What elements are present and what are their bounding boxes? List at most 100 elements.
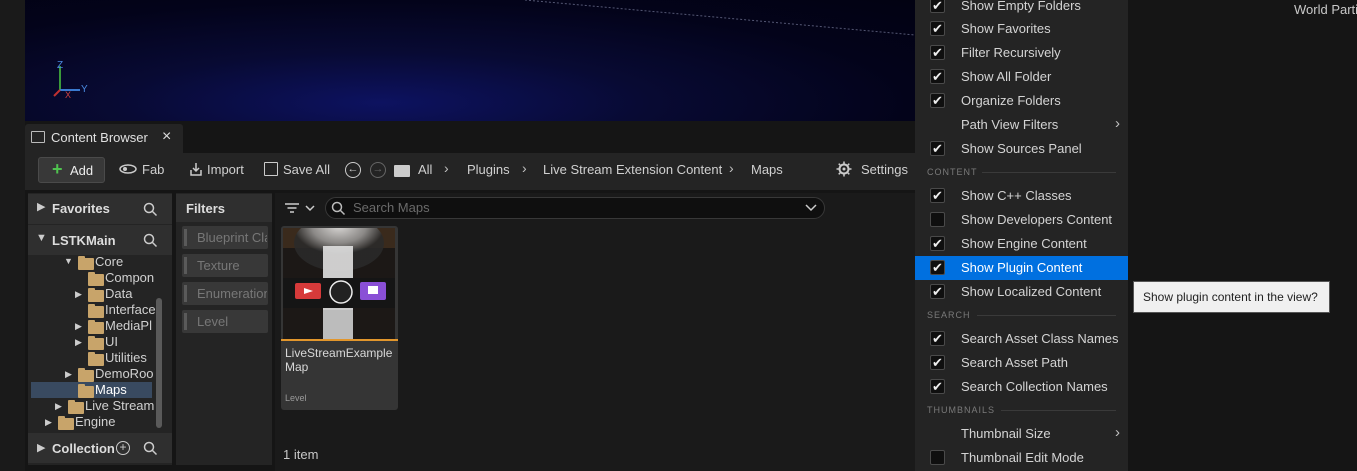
breadcrumb-chevron-icon[interactable]: ›: [444, 160, 449, 176]
menu-item-label: Show Localized Content: [961, 284, 1102, 299]
menu-item-show-favorites[interactable]: ✔ Show Favorites: [915, 17, 1128, 41]
checkbox-checked-icon[interactable]: ✔: [930, 69, 945, 84]
menu-item-show-plugin-content[interactable]: ✔ Show Plugin Content: [915, 256, 1128, 280]
tab-content-browser[interactable]: Content Browser ×: [25, 124, 183, 153]
level-viewport[interactable]: Z Y X: [25, 0, 915, 121]
chevron-right-icon: ▶: [45, 417, 52, 427]
folder-icon[interactable]: [394, 165, 410, 177]
fab-button[interactable]: [118, 162, 138, 174]
checkbox-checked-icon[interactable]: ✔: [930, 331, 945, 346]
content-browser-icon: [31, 131, 45, 143]
menu-item-show-engine-content[interactable]: ✔ Show Engine Content: [915, 232, 1128, 256]
checkbox-unchecked-icon[interactable]: [930, 450, 945, 465]
breadcrumb-all[interactable]: All: [418, 162, 432, 177]
add-button[interactable]: + Add: [38, 157, 105, 183]
tree-item-engine[interactable]: Engine: [75, 414, 115, 429]
tree-item-data[interactable]: Data: [105, 286, 132, 301]
breadcrumb-live-stream[interactable]: Live Stream Extension Content: [543, 162, 722, 177]
checkbox-checked-icon[interactable]: ✔: [930, 188, 945, 203]
checkbox-checked-icon[interactable]: ✔: [930, 141, 945, 156]
chevron-down-icon[interactable]: [805, 203, 817, 213]
menu-item-show-localized-content[interactable]: ✔ Show Localized Content: [915, 280, 1128, 304]
filter-options-button[interactable]: [283, 199, 319, 217]
menu-item-show-sources-panel[interactable]: ✔ Show Sources Panel: [915, 137, 1128, 161]
menu-item-label: Path View Filters: [961, 117, 1059, 132]
menu-item-show-cpp-classes[interactable]: ✔ Show C++ Classes: [915, 184, 1128, 208]
tree-item-components[interactable]: Compon: [105, 270, 154, 285]
tree-item-mediaplayer[interactable]: MediaPl: [105, 318, 152, 333]
collections-header[interactable]: ▶ Collection +: [28, 433, 172, 463]
filters-header: Filters: [176, 194, 272, 222]
tree-item-core[interactable]: Core: [95, 254, 123, 269]
checkbox-checked-icon[interactable]: ✔: [930, 93, 945, 108]
menu-item-label: Filter Recursively: [961, 45, 1061, 60]
chevron-down-icon: ▼: [64, 256, 73, 266]
tree-item-ui[interactable]: UI: [105, 334, 118, 349]
breadcrumb-chevron-icon[interactable]: ›: [729, 160, 734, 176]
menu-item-label: Show C++ Classes: [961, 188, 1072, 203]
menu-item-show-developers-content[interactable]: Show Developers Content: [915, 208, 1128, 232]
axis-x-label: X: [65, 90, 72, 100]
folder-icon: [88, 288, 104, 302]
menu-item-show-empty-folders[interactable]: ✔ Show Empty Folders: [915, 0, 1128, 18]
save-all-label[interactable]: Save All: [283, 162, 330, 177]
fab-label[interactable]: Fab: [142, 162, 164, 177]
asset-name-line1: LiveStreamExample: [285, 346, 393, 360]
menu-item-search-asset-path[interactable]: ✔ Search Asset Path: [915, 351, 1128, 375]
checkbox-checked-icon[interactable]: ✔: [930, 45, 945, 60]
import-icon[interactable]: [188, 161, 204, 177]
breadcrumb-plugins[interactable]: Plugins: [467, 162, 510, 177]
chevron-down-icon: ▼: [36, 232, 47, 244]
menu-item-label: Show Favorites: [961, 21, 1051, 36]
checkbox-unchecked-icon[interactable]: [930, 212, 945, 227]
checkbox-checked-icon[interactable]: ✔: [930, 21, 945, 36]
tree-item-maps[interactable]: Maps: [95, 382, 127, 397]
breadcrumb-chevron-icon[interactable]: ›: [522, 160, 527, 176]
forward-icon[interactable]: →: [370, 162, 386, 178]
tab-title: Content Browser: [51, 130, 148, 145]
settings-gear-icon[interactable]: [836, 161, 852, 177]
menu-item-search-asset-class-names[interactable]: ✔ Search Asset Class Names: [915, 327, 1128, 351]
settings-label[interactable]: Settings: [861, 162, 908, 177]
breadcrumb-maps[interactable]: Maps: [751, 162, 783, 177]
filter-label: Level: [197, 314, 229, 329]
add-collection-icon[interactable]: +: [116, 441, 130, 455]
tree-item-interface[interactable]: Interface: [105, 302, 156, 317]
menu-item-show-all-folder[interactable]: ✔ Show All Folder: [915, 65, 1128, 89]
menu-item-search-collection-names[interactable]: ✔ Search Collection Names: [915, 375, 1128, 399]
filter-enumeration[interactable]: Enumeration: [182, 282, 268, 305]
menu-item-organize-folders[interactable]: ✔ Organize Folders: [915, 89, 1128, 113]
back-icon[interactable]: ←: [345, 162, 361, 178]
menu-item-thumbnail-edit-mode[interactable]: Thumbnail Edit Mode: [915, 446, 1128, 470]
save-all-icon[interactable]: [264, 162, 278, 176]
menu-item-thumbnail-size[interactable]: Thumbnail Size ›: [915, 422, 1128, 446]
checkbox-checked-icon[interactable]: ✔: [930, 236, 945, 251]
folder-tree: ▼ Core Compon ▶ Data Interface ▶ MediaPl…: [28, 254, 158, 430]
search-icon[interactable]: [143, 233, 158, 248]
filter-texture[interactable]: Texture: [182, 254, 268, 277]
checkbox-checked-icon[interactable]: ✔: [930, 260, 945, 275]
details-area: [1128, 0, 1357, 471]
lstkmain-header[interactable]: ▼ LSTKMain: [28, 225, 172, 255]
tab-close-icon[interactable]: ×: [162, 128, 171, 146]
menu-item-filter-recursively[interactable]: ✔ Filter Recursively: [915, 41, 1128, 65]
menu-item-label: Search Asset Class Names: [961, 331, 1119, 346]
search-input[interactable]: Search Maps: [325, 197, 825, 219]
search-icon[interactable]: [143, 441, 158, 456]
tree-item-utilities[interactable]: Utilities: [105, 350, 147, 365]
checkbox-checked-icon[interactable]: ✔: [930, 355, 945, 370]
fab-icon: [119, 164, 137, 174]
filter-level[interactable]: Level: [182, 310, 268, 333]
checkbox-checked-icon[interactable]: ✔: [930, 379, 945, 394]
favorites-header[interactable]: ▶ Favorites: [28, 194, 172, 224]
search-icon[interactable]: [143, 202, 158, 217]
tree-item-demoroom[interactable]: DemoRoo: [95, 366, 154, 381]
menu-item-path-view-filters[interactable]: Path View Filters ›: [915, 113, 1128, 137]
tree-scrollbar[interactable]: [156, 298, 162, 428]
filter-blueprint-class[interactable]: Blueprint Cla: [182, 226, 268, 249]
checkbox-checked-icon[interactable]: ✔: [930, 284, 945, 299]
checkbox-checked-icon[interactable]: ✔: [930, 0, 945, 13]
tree-item-live-stream[interactable]: Live Stream: [85, 398, 154, 413]
import-label[interactable]: Import: [207, 162, 244, 177]
section-divider: [977, 315, 1116, 316]
